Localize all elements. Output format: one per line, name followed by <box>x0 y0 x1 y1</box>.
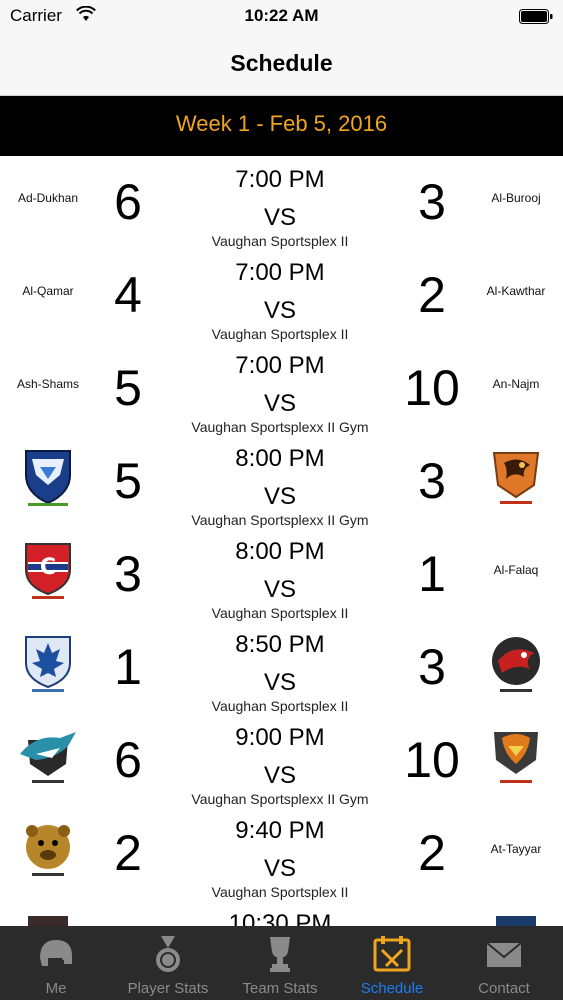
vs-label: VS <box>263 204 296 231</box>
game-row[interactable]: Ad-Dukhan 6 7:00 PM VS Vaughan Sportsple… <box>0 158 563 251</box>
tab-contact[interactable]: Contact <box>448 926 560 1000</box>
vs-label: VS <box>263 390 296 417</box>
canadiens-logo-icon: C <box>25 543 71 599</box>
trophy-icon <box>270 937 290 972</box>
game-row[interactable]: 6 9:00 PM VS Vaughan Sportsplexx II Gym … <box>0 716 563 809</box>
bird-logo-icon <box>492 637 540 692</box>
away-team-name: At-Tayyar <box>490 842 542 856</box>
game-venue: Vaughan Sportsplexx II Gym <box>191 419 369 435</box>
game-time: 7:00 PM <box>235 166 325 193</box>
game-row[interactable]: 1 8:50 PM VS Vaughan Sportsplex II 3 <box>0 623 563 716</box>
medal-icon <box>156 936 180 972</box>
home-team-name: Ash-Shams <box>16 377 80 391</box>
game-time: 8:50 PM <box>235 631 325 658</box>
helmet-icon <box>40 940 72 966</box>
away-team-name: Al-Falaq <box>493 563 539 577</box>
tab-bar: Me Player Stats Team Stats Schedule Cont… <box>0 926 563 1000</box>
game-time: 10:30 PM <box>228 910 332 926</box>
game-time: 8:00 PM <box>235 538 325 565</box>
game-time: 7:00 PM <box>235 352 325 379</box>
game-row[interactable]: 10:30 PM <box>0 902 563 926</box>
shield-logo-icon <box>25 450 71 506</box>
game-time: 8:00 PM <box>235 445 325 472</box>
week-banner: Week 1 - Feb 5, 2016 <box>0 96 563 156</box>
tab-player-stats[interactable]: Player Stats <box>112 926 224 1000</box>
vs-label: VS <box>263 483 296 510</box>
status-bar: Carrier 10:22 AM <box>0 0 563 34</box>
away-team-name: Al-Kawthar <box>486 284 546 298</box>
away-team-name: An-Najm <box>492 377 540 391</box>
tab-label: Schedule <box>360 980 424 997</box>
away-score: 2 <box>418 267 446 323</box>
away-score: 3 <box>418 453 446 509</box>
status-time: 10:22 AM <box>244 6 319 25</box>
game-venue: Vaughan Sportsplex II <box>211 884 349 900</box>
tab-schedule[interactable]: Schedule <box>336 926 448 1000</box>
tab-label: Contact <box>478 980 530 997</box>
schedule-list[interactable]: Ad-Dukhan 6 7:00 PM VS Vaughan Sportsple… <box>0 158 563 926</box>
mail-icon <box>486 942 522 967</box>
game-row[interactable]: Ash-Shams 5 7:00 PM VS Vaughan Sportsple… <box>0 344 563 437</box>
game-row[interactable]: 5 8:00 PM VS Vaughan Sportsplexx II Gym … <box>0 437 563 530</box>
game-venue: Vaughan Sportsplexx II Gym <box>191 791 369 807</box>
tab-label: Me <box>45 980 67 997</box>
warrior-logo-icon <box>494 732 538 783</box>
eagle-logo-icon <box>492 452 540 504</box>
away-score: 10 <box>404 360 460 416</box>
vs-label: VS <box>263 762 296 789</box>
away-score: 1 <box>418 546 446 602</box>
calendar-icon <box>373 936 411 972</box>
game-row[interactable]: C 3 8:00 PM VS Vaughan Sportsplex II 1 A… <box>0 530 563 623</box>
game-venue: Vaughan Sportsplex II <box>211 326 349 342</box>
bear-logo-icon <box>26 825 70 876</box>
battery-icon <box>519 9 553 24</box>
game-venue: Vaughan Sportsplex II <box>211 233 349 249</box>
tab-team-stats[interactable]: Team Stats <box>224 926 336 1000</box>
game-row[interactable]: Al-Qamar 4 7:00 PM VS Vaughan Sportsplex… <box>0 251 563 344</box>
away-score: 2 <box>418 825 446 881</box>
team-logo-icon <box>28 916 68 926</box>
away-score: 3 <box>418 639 446 695</box>
game-time: 9:00 PM <box>235 724 325 751</box>
tab-label: Player Stats <box>127 980 209 997</box>
game-venue: Vaughan Sportsplexx II Gym <box>191 512 369 528</box>
away-team-name: Al-Burooj <box>491 191 541 205</box>
maple-leaf-logo-icon <box>25 636 71 692</box>
tab-me[interactable]: Me <box>0 926 112 1000</box>
away-score: 10 <box>404 732 460 788</box>
vs-label: VS <box>263 576 296 603</box>
nav-bar: Schedule <box>0 34 563 96</box>
team-logo-icon <box>496 916 536 926</box>
game-time: 9:40 PM <box>235 817 325 844</box>
vs-label: VS <box>263 669 296 696</box>
home-team-name: Ad-Dukhan <box>17 191 79 205</box>
svg-text:C: C <box>40 555 56 580</box>
game-time: 7:00 PM <box>235 259 325 286</box>
vs-label: VS <box>263 855 296 882</box>
game-row[interactable]: 2 9:40 PM VS Vaughan Sportsplex II 2 At-… <box>0 809 563 902</box>
vs-label: VS <box>263 297 296 324</box>
shark-logo-icon <box>20 732 76 783</box>
tab-label: Team Stats <box>242 980 318 997</box>
away-score: 3 <box>418 174 446 230</box>
game-venue: Vaughan Sportsplex II <box>211 698 349 714</box>
week-label: Week 1 - Feb 5, 2016 <box>175 111 388 136</box>
home-team-name: Al-Qamar <box>22 284 74 298</box>
page-title: Schedule <box>230 50 333 76</box>
game-venue: Vaughan Sportsplex II <box>211 605 349 621</box>
